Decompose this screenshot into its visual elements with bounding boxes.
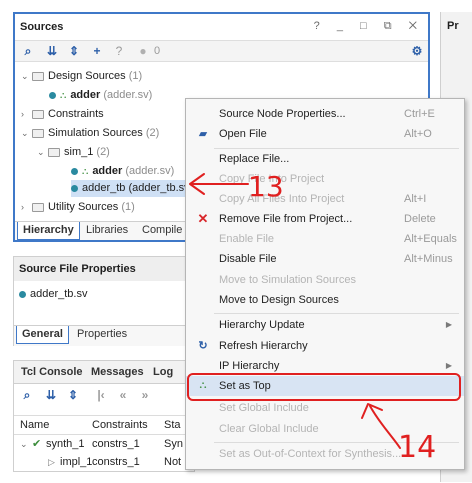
properties-title: Source File Properties [19,263,136,275]
hierarchy-icon: ⛬ [82,166,89,176]
panel-window-controls[interactable]: ? _ □ ⧉ ✕ [314,20,424,33]
menu-item-copy-file-into-project[interactable]: Copy File Into Project [186,169,464,189]
folder-icon [32,202,44,212]
menu-item-replace-file[interactable]: Replace File... [186,149,464,169]
add-sources-icon[interactable]: + [90,44,104,58]
expand-all-icon[interactable]: ⇕ [66,388,80,402]
tree-item-sim-adder[interactable]: ⛬ adder (adder.sv) [71,163,174,180]
gear-icon[interactable]: ⚙ [410,44,424,58]
menu-item-set-as-top[interactable]: ⛬ Set as Top [186,376,464,396]
source-file-properties-panel: Source File Properties adder_tb.sv Gener… [13,256,195,346]
menu-item-remove-file[interactable]: ✕ Remove File from Project... Delete [186,209,464,229]
unknown-file-icon[interactable]: ? [112,44,126,58]
tcl-console-panel: Tcl Console Messages Log ⌕ ⇊ ⇕ |‹ « » Na… [13,360,195,472]
tab-messages[interactable]: Messages [86,364,149,381]
col-name[interactable]: Name [20,416,49,434]
tree-item-design-sources[interactable]: ⌄ Design Sources (1) [21,68,142,85]
context-menu: Source Node Properties... Ctrl+E ▰ Open Fi… [185,98,465,470]
annotation-label-13: 13 [248,170,284,203]
table-row[interactable]: ▷ impl_1 constrs_1 Not [14,453,194,471]
tab-hierarchy[interactable]: Hierarchy [17,222,80,240]
folder-icon [32,71,44,81]
col-constraints[interactable]: Constraints [92,416,148,434]
tree-item-sim-1[interactable]: ⌄ sim_1 (2) [37,144,110,161]
remove-x-icon: ✕ [197,211,209,226]
annotation-label-14: 14 [398,430,437,465]
chevron-right-icon[interactable]: › [21,106,30,123]
runs-table-header: Name Constraints Sta [14,415,194,435]
tab-properties[interactable]: Properties [72,326,132,343]
status-dot-icon: ● [139,44,147,58]
module-dot-icon [19,290,26,298]
tree-item-simulation-sources[interactable]: ⌄ Simulation Sources (2) [21,125,159,142]
tcl-toolbar: ⌕ ⇊ ⇕ |‹ « » [14,385,194,407]
menu-item-source-node-properties[interactable]: Source Node Properties... Ctrl+E [186,104,464,124]
chevron-down-icon[interactable]: ⌄ [21,125,30,142]
chevron-down-icon[interactable]: ⌄ [21,68,30,85]
table-row[interactable]: ⌄ ✔ synth_1 constrs_1 Syn [14,435,194,453]
hierarchy-icon: ⛬ [60,90,67,100]
menu-item-open-file[interactable]: ▰ Open File Alt+O [186,124,464,144]
search-icon[interactable]: ⌕ [20,388,34,402]
properties-file-row[interactable]: adder_tb.sv [19,288,87,300]
expand-all-icon[interactable]: ⇕ [67,44,81,58]
tree-item-adder[interactable]: ⛬ adder (adder.sv) [49,87,152,104]
first-icon[interactable]: |‹ [94,388,108,402]
folder-icon [48,147,60,157]
col-status[interactable]: Sta [164,416,181,434]
menu-item-refresh-hierarchy[interactable]: ↻ Refresh Hierarchy [186,336,464,356]
menu-item-enable-file[interactable]: Enable File Alt+Equals [186,229,464,249]
chevron-down-icon[interactable]: ⌄ [20,435,28,453]
folder-icon [32,128,44,138]
menu-item-disable-file[interactable]: Disable File Alt+Minus [186,249,464,269]
menu-item-copy-all-files-into-project[interactable]: Copy All Files Into Project Alt+I [186,189,464,209]
toolbar-count: 0 [154,45,161,57]
tab-libraries[interactable]: Libraries [81,222,133,239]
tab-tcl-console[interactable]: Tcl Console [16,364,88,381]
menu-item-set-global-include[interactable]: Set Global Include [186,398,464,418]
collapse-all-icon[interactable]: ⇊ [45,44,59,58]
set-top-icon: ⛬ [199,380,207,391]
folder-icon [32,109,44,119]
folder-open-icon: ▰ [198,128,208,140]
sources-toolbar: ⌕ ⇊ ⇕ + ? ● 0 ⚙ [15,40,428,62]
tcl-tabs: Tcl Console Messages Log [14,361,194,384]
tree-item-constraints[interactable]: › Constraints [21,106,104,123]
right-panel-title: Pr [447,20,459,32]
menu-item-move-to-simulation-sources[interactable]: Move to Simulation Sources [186,270,464,290]
menu-item-hierarchy-update[interactable]: Hierarchy Update ▶ [186,315,464,335]
chevron-right-icon[interactable]: › [21,199,30,216]
next-icon[interactable]: » [138,388,152,402]
properties-tabs: General Properties [14,325,194,346]
tab-log[interactable]: Log [148,364,178,381]
menu-separator [214,313,459,314]
tree-item-utility-sources[interactable]: › Utility Sources (1) [21,199,135,216]
submenu-arrow-icon: ▶ [445,361,452,370]
tab-general[interactable]: General [16,326,69,344]
refresh-icon: ↻ [198,340,208,352]
menu-item-move-to-design-sources[interactable]: Move to Design Sources [186,290,464,310]
submenu-arrow-icon: ▶ [445,320,452,329]
collapse-all-icon[interactable]: ⇊ [44,388,58,402]
menu-item-ip-hierarchy[interactable]: IP Hierarchy ▶ [186,356,464,376]
search-icon[interactable]: ⌕ [21,44,35,58]
module-dot-icon [49,91,56,99]
tree-item-adder-tb[interactable]: adder_tb (adder_tb.sv) [71,180,193,197]
check-icon: ✔ [32,438,42,450]
module-dot-icon [71,167,78,175]
play-icon: ▷ [48,457,55,467]
sources-title: Sources [20,21,64,33]
module-dot-icon [71,184,78,192]
chevron-down-icon[interactable]: ⌄ [37,144,46,161]
previous-icon[interactable]: « [116,388,130,402]
